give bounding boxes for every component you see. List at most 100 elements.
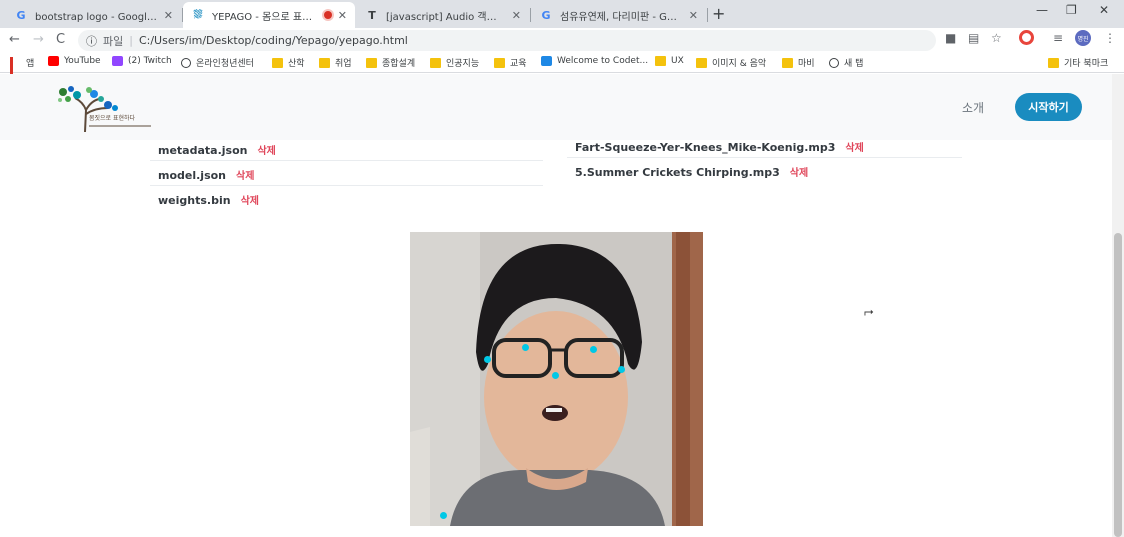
opera-icon[interactable]	[1019, 30, 1034, 45]
bookmark-folder[interactable]: 취업	[319, 56, 352, 69]
bookmark-folder[interactable]: 종합설계	[366, 56, 415, 69]
logo-text: 몸짓으로 표현하다	[89, 114, 136, 122]
webcam-canvas	[410, 232, 703, 526]
tab-divider	[707, 8, 708, 22]
divider	[150, 160, 543, 161]
pose-keypoint	[522, 344, 529, 351]
delete-link[interactable]: 삭제	[241, 196, 259, 207]
tab-bootstrap-logo[interactable]: G bootstrap logo - Google 검색 ✕	[6, 2, 181, 28]
bookmark-folder[interactable]: 산학	[272, 56, 305, 69]
tab-title: [javascript] Audio 객체를 이용한	[386, 11, 506, 23]
globe-icon	[829, 57, 839, 68]
close-icon[interactable]: ✕	[338, 9, 347, 22]
tab-yepago[interactable]: ⛆ YEPAGO - 몸으로 표현하는 ✕	[183, 2, 355, 28]
bookmark-other[interactable]: 기타 북마크	[1048, 56, 1108, 69]
url-scheme: 파일	[103, 34, 124, 48]
yepago-logo[interactable]: 몸짓으로 표현하다	[53, 84, 153, 134]
folder-icon	[782, 57, 793, 68]
delete-link[interactable]: 삭제	[845, 143, 863, 154]
file-name: model.json	[158, 169, 227, 182]
delete-link[interactable]: 삭제	[257, 146, 275, 157]
mouse-cursor-icon: ⮣	[864, 304, 874, 318]
bookmark-apps[interactable]: 앱	[10, 56, 34, 84]
minimize-button[interactable]: —	[1036, 3, 1048, 17]
folder-icon	[319, 57, 330, 68]
folder-icon	[696, 57, 707, 68]
bookmarks-bar: 앱 YouTube (2) Twitch 온라인청년센터 산학 취업 종합설계 …	[0, 53, 1124, 84]
google-g-icon: G	[541, 8, 551, 22]
folder-icon	[655, 56, 666, 66]
delete-link[interactable]: 삭제	[790, 168, 808, 179]
camera-icon[interactable]: ■	[945, 31, 956, 45]
bookmark-folder[interactable]: 마비	[782, 56, 815, 69]
file-name: Fart-Squeeze-Yer-Knees_Mike-Koenig.mp3	[575, 141, 836, 154]
page-viewport: 몸짓으로 표현하다 소개 시작하기 metadata.json 삭제 model.…	[0, 74, 1112, 537]
media-control-icon[interactable]: ≡	[1053, 31, 1063, 45]
avatar[interactable]: 명진	[1075, 30, 1091, 46]
info-icon[interactable]: ⓘ	[86, 33, 97, 49]
pose-keypoint	[484, 356, 491, 363]
file-item: model.json 삭제	[158, 167, 254, 182]
file-name: weights.bin	[158, 194, 231, 207]
tab-strip: G bootstrap logo - Google 검색 ✕ ⛆ YEPAGO …	[0, 0, 1124, 28]
new-tab-button[interactable]: +	[712, 4, 725, 23]
apps-icon	[10, 57, 21, 84]
forward-button[interactable]: →	[33, 32, 44, 47]
star-icon[interactable]: ☆	[991, 31, 1002, 45]
file-name: 5.Summer Crickets Chirping.mp3	[575, 166, 780, 179]
close-icon[interactable]: ✕	[512, 9, 521, 22]
reload-button[interactable]: C	[56, 32, 65, 47]
bookmark-youtube[interactable]: YouTube	[48, 56, 101, 66]
file-name: metadata.json	[158, 144, 248, 157]
restore-button[interactable]: ❐	[1066, 3, 1077, 17]
bookmark-folder[interactable]: 이미지 & 음악	[696, 56, 766, 69]
bookmark-codet[interactable]: Welcome to Codet...	[541, 56, 648, 66]
bookmark-folder[interactable]: UX	[655, 56, 684, 66]
site-navbar: 몸짓으로 표현하다 소개 시작하기	[0, 74, 1112, 140]
close-icon[interactable]: ✕	[689, 9, 698, 22]
yepago-icon: ⛆	[193, 8, 203, 21]
window-close-button[interactable]: ✕	[1099, 3, 1109, 17]
bookmark-twitch[interactable]: (2) Twitch	[112, 56, 172, 66]
bookmark-folder[interactable]: 인공지능	[430, 56, 479, 69]
doc-icon: T	[368, 8, 376, 22]
more-menu-icon[interactable]: ⋮	[1104, 31, 1116, 45]
folder-icon	[494, 57, 505, 68]
translate-icon[interactable]: ▤	[968, 31, 979, 45]
url-text[interactable]: C:/Users/im/Desktop/coding/Yepago/yepago…	[139, 34, 408, 47]
folder-icon	[430, 57, 441, 68]
nav-link-intro[interactable]: 소개	[962, 99, 984, 116]
globe-icon	[181, 57, 191, 68]
tab-javascript-audio[interactable]: T [javascript] Audio 객체를 이용한 ✕	[357, 2, 529, 28]
google-g-icon: G	[16, 8, 26, 22]
file-item: weights.bin 삭제	[158, 192, 259, 207]
bookmark-youth-center[interactable]: 온라인청년센터	[181, 56, 254, 69]
pose-keypoint	[618, 366, 625, 373]
url-separator: |	[129, 34, 133, 47]
folder-icon	[366, 57, 377, 68]
bookmark-folder[interactable]: 교육	[494, 56, 527, 69]
codet-icon	[541, 56, 552, 66]
pose-keypoint	[552, 372, 559, 379]
file-item: 5.Summer Crickets Chirping.mp3 삭제	[575, 164, 808, 179]
bookmark-new-tab[interactable]: 새 탭	[829, 56, 863, 69]
pose-keypoint	[440, 512, 447, 519]
twitch-icon	[112, 56, 123, 66]
youtube-icon	[48, 56, 59, 66]
scrollbar-thumb[interactable]	[1114, 233, 1122, 537]
file-item: metadata.json 삭제	[158, 142, 276, 157]
webcam-frame	[410, 232, 703, 526]
delete-link[interactable]: 삭제	[236, 171, 254, 182]
address-bar[interactable]: ⓘ 파일 | C:/Users/im/Desktop/coding/Yepago…	[78, 30, 936, 51]
divider	[150, 185, 543, 186]
file-item: Fart-Squeeze-Yer-Knees_Mike-Koenig.mp3 삭제	[575, 139, 864, 154]
pose-keypoint	[590, 346, 597, 353]
close-icon[interactable]: ✕	[164, 9, 173, 22]
folder-icon	[1048, 57, 1059, 68]
folder-icon	[272, 57, 283, 68]
recording-icon	[323, 11, 332, 19]
start-button[interactable]: 시작하기	[1015, 93, 1082, 121]
tab-title: 섬유유연제, 다리미판 - Google	[560, 11, 683, 23]
back-button[interactable]: ←	[9, 32, 20, 47]
tab-google-search[interactable]: G 섬유유연제, 다리미판 - Google ✕	[531, 2, 706, 28]
